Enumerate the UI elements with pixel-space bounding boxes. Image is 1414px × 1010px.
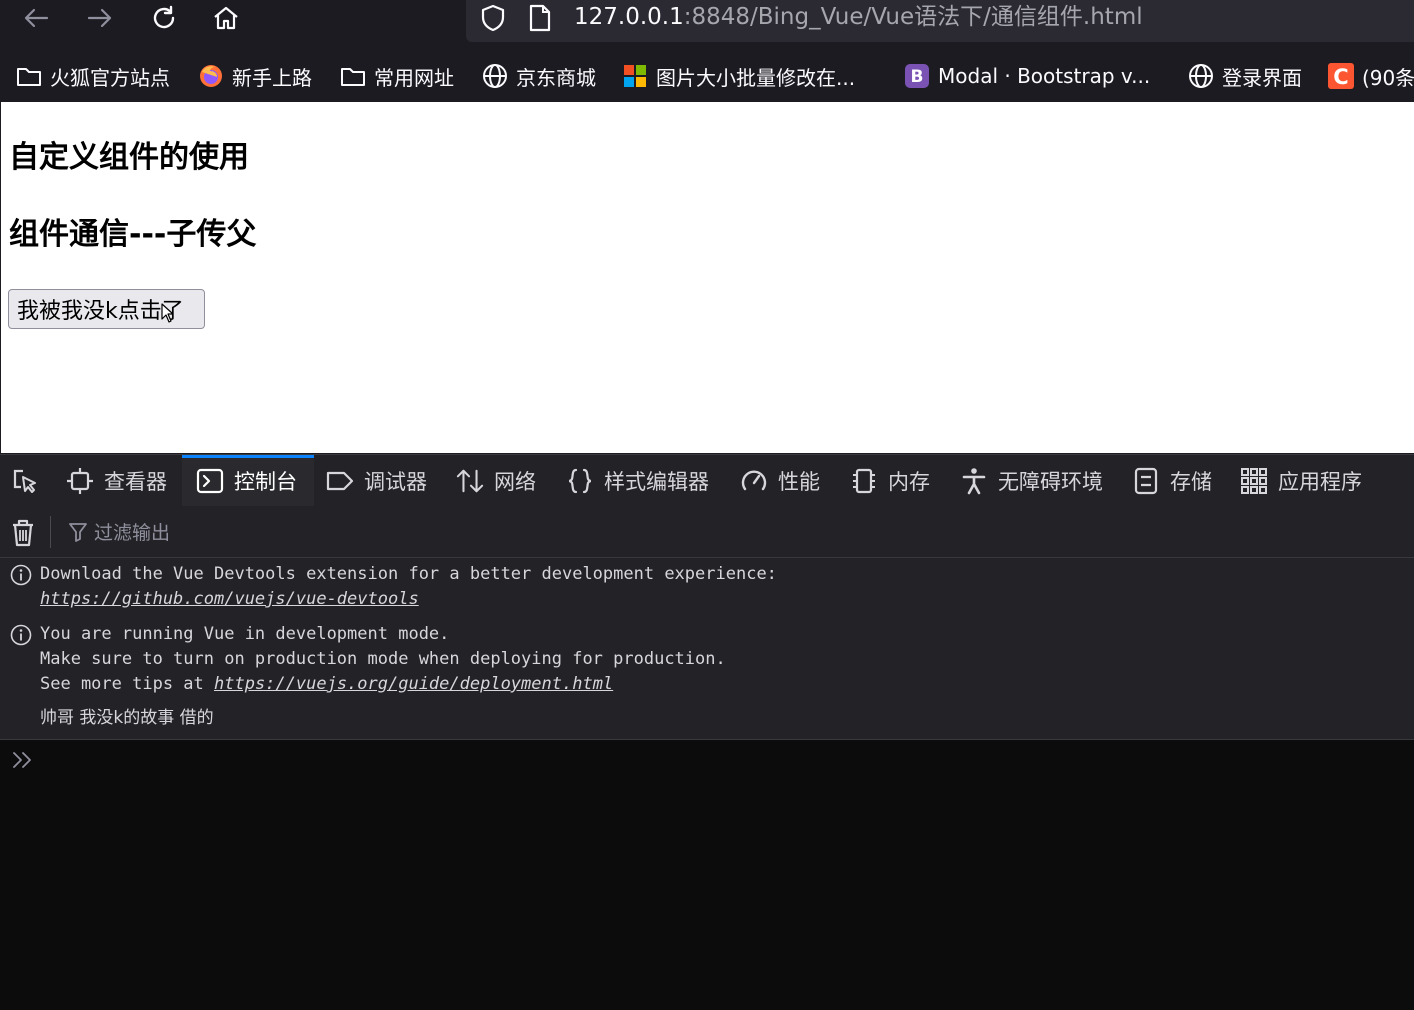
bootstrap-icon: B <box>904 63 930 89</box>
console-icon <box>196 467 224 495</box>
element-picker-icon <box>11 467 39 495</box>
csdn-icon: C <box>1328 63 1354 89</box>
tab-style-editor[interactable]: 样式编辑器 <box>556 455 728 507</box>
tab-label: 调试器 <box>364 470 427 494</box>
toolbar-divider <box>50 516 51 548</box>
console-message-text: Make sure to turn on production mode whe… <box>40 649 726 669</box>
page-icon[interactable] <box>528 4 552 32</box>
firefox-icon <box>198 63 224 89</box>
style-editor-icon <box>566 467 594 495</box>
home-icon <box>214 6 238 30</box>
tab-performance[interactable]: 性能 <box>730 455 838 507</box>
url-text[interactable]: 127.0.0.1:8848/Bing_Vue/Vue语法下/通信组件.html <box>574 2 1143 32</box>
bookmark-label: 图片大小批量修改在... <box>656 65 856 90</box>
console-input[interactable] <box>0 739 1414 1010</box>
child-component-button[interactable]: 我被我没k点击了 <box>8 289 205 329</box>
element-picker-button[interactable] <box>0 455 50 507</box>
tab-storage[interactable]: 存储 <box>1124 455 1230 507</box>
page-subtitle: 组件通信---子传父 <box>9 217 257 252</box>
bookmark-label: 火狐官方站点 <box>50 65 170 90</box>
bookmark-label: (90条 <box>1362 65 1414 90</box>
url-bar[interactable]: 127.0.0.1:8848/Bing_Vue/Vue语法下/通信组件.html <box>466 0 1414 42</box>
network-icon <box>456 467 484 495</box>
tab-label: 内存 <box>888 470 930 494</box>
trash-icon[interactable] <box>10 518 36 548</box>
bookmark-jd[interactable]: 京东商城 <box>482 56 596 96</box>
reload-button[interactable] <box>146 2 182 34</box>
tab-label: 网络 <box>494 470 536 494</box>
bookmark-login-page[interactable]: 登录界面 <box>1188 56 1302 96</box>
storage-icon <box>1132 467 1160 495</box>
bookmark-label: 登录界面 <box>1222 65 1302 90</box>
folder-icon <box>340 63 366 89</box>
bookmark-label: Modal · Bootstrap v... <box>938 64 1151 88</box>
bookmark-csdn[interactable]: C (90条 <box>1328 56 1414 96</box>
devtools-tabbar: 查看器 控制台 调试器 网络 样式编辑器 性能 内存 无障碍环境 存储 应用程序 <box>0 454 1414 507</box>
tab-label: 应用程序 <box>1278 470 1362 494</box>
tab-label: 控制台 <box>234 470 297 494</box>
info-icon <box>10 624 32 646</box>
back-button[interactable] <box>18 2 54 34</box>
tab-label: 查看器 <box>104 470 167 494</box>
console-log-text: 帅哥 我没k的故事 借的 <box>40 708 214 728</box>
bookmark-getting-started[interactable]: 新手上路 <box>198 56 312 96</box>
url-host: 127.0.0.1 <box>574 4 684 30</box>
bookmarks-toolbar: 火狐官方站点 新手上路 常用网址 京东商城 图片大小批量修改在... B Mod… <box>0 56 1414 100</box>
console-message-text: Download the Vue Devtools extension for … <box>40 564 777 584</box>
devtools-link[interactable]: https://github.com/vuejs/vue-devtools <box>40 589 419 609</box>
inspector-icon <box>66 467 94 495</box>
bookmark-bootstrap-modal[interactable]: B Modal · Bootstrap v... <box>904 56 1150 96</box>
bookmark-firefox-official[interactable]: 火狐官方站点 <box>16 56 170 96</box>
filter-output-input[interactable]: 过滤输出 <box>94 518 170 545</box>
tab-label: 性能 <box>778 470 820 494</box>
chevron-double-right-icon <box>13 752 31 768</box>
console-filter-bar: 过滤输出 <box>0 506 1414 558</box>
mouse-cursor-icon <box>161 303 174 323</box>
console-message-text: See more tips at <box>40 674 214 694</box>
forward-button[interactable] <box>82 2 118 34</box>
console-message-line: https://github.com/vuejs/vue-devtools <box>40 587 419 612</box>
colorful-squares-icon <box>622 63 648 89</box>
console-message-text: You are running Vue in development mode. <box>40 624 450 644</box>
deployment-link[interactable]: https://vuejs.org/guide/deployment.html <box>214 674 613 694</box>
tab-console[interactable]: 控制台 <box>182 455 314 507</box>
bookmark-label: 京东商城 <box>516 65 596 90</box>
tab-label: 存储 <box>1170 470 1212 494</box>
info-icon <box>10 564 32 586</box>
tab-network[interactable]: 网络 <box>446 455 554 507</box>
tab-accessibility[interactable]: 无障碍环境 <box>950 455 1122 507</box>
globe-icon <box>482 63 508 89</box>
application-icon <box>1240 467 1268 495</box>
reload-icon <box>153 5 175 29</box>
memory-icon <box>850 467 878 495</box>
tab-label: 样式编辑器 <box>604 470 709 494</box>
folder-icon <box>16 63 42 89</box>
debugger-icon <box>326 467 354 495</box>
tab-memory[interactable]: 内存 <box>840 455 948 507</box>
tab-inspector[interactable]: 查看器 <box>54 455 182 507</box>
shield-icon[interactable] <box>480 4 506 32</box>
arrow-right-icon <box>87 8 112 28</box>
tab-label: 无障碍环境 <box>998 470 1103 494</box>
tab-debugger[interactable]: 调试器 <box>314 455 442 507</box>
accessibility-icon <box>960 467 988 495</box>
svg-text:B: B <box>911 67 924 87</box>
bookmark-label: 新手上路 <box>232 65 312 90</box>
console-output: Download the Vue Devtools extension for … <box>0 558 1414 739</box>
tab-application[interactable]: 应用程序 <box>1232 455 1382 507</box>
bookmark-common-sites[interactable]: 常用网址 <box>340 56 454 96</box>
page-title: 自定义组件的使用 <box>9 140 249 175</box>
page-viewport: 自定义组件的使用 组件通信---子传父 我被我没k点击了 <box>1 102 1414 453</box>
performance-icon <box>740 467 768 495</box>
browser-toolbar: 127.0.0.1:8848/Bing_Vue/Vue语法下/通信组件.html <box>0 0 1414 44</box>
globe-icon <box>1188 63 1214 89</box>
url-path: :8848/Bing_Vue/Vue语法下/通信组件.html <box>683 4 1143 30</box>
bookmark-image-resize[interactable]: 图片大小批量修改在... <box>622 56 855 96</box>
filter-icon <box>69 523 87 542</box>
bookmark-label: 常用网址 <box>374 65 454 90</box>
home-button[interactable] <box>208 2 244 34</box>
svg-text:C: C <box>1333 65 1348 89</box>
arrow-left-icon <box>24 8 49 28</box>
console-message-line: See more tips at https://vuejs.org/guide… <box>40 672 613 697</box>
